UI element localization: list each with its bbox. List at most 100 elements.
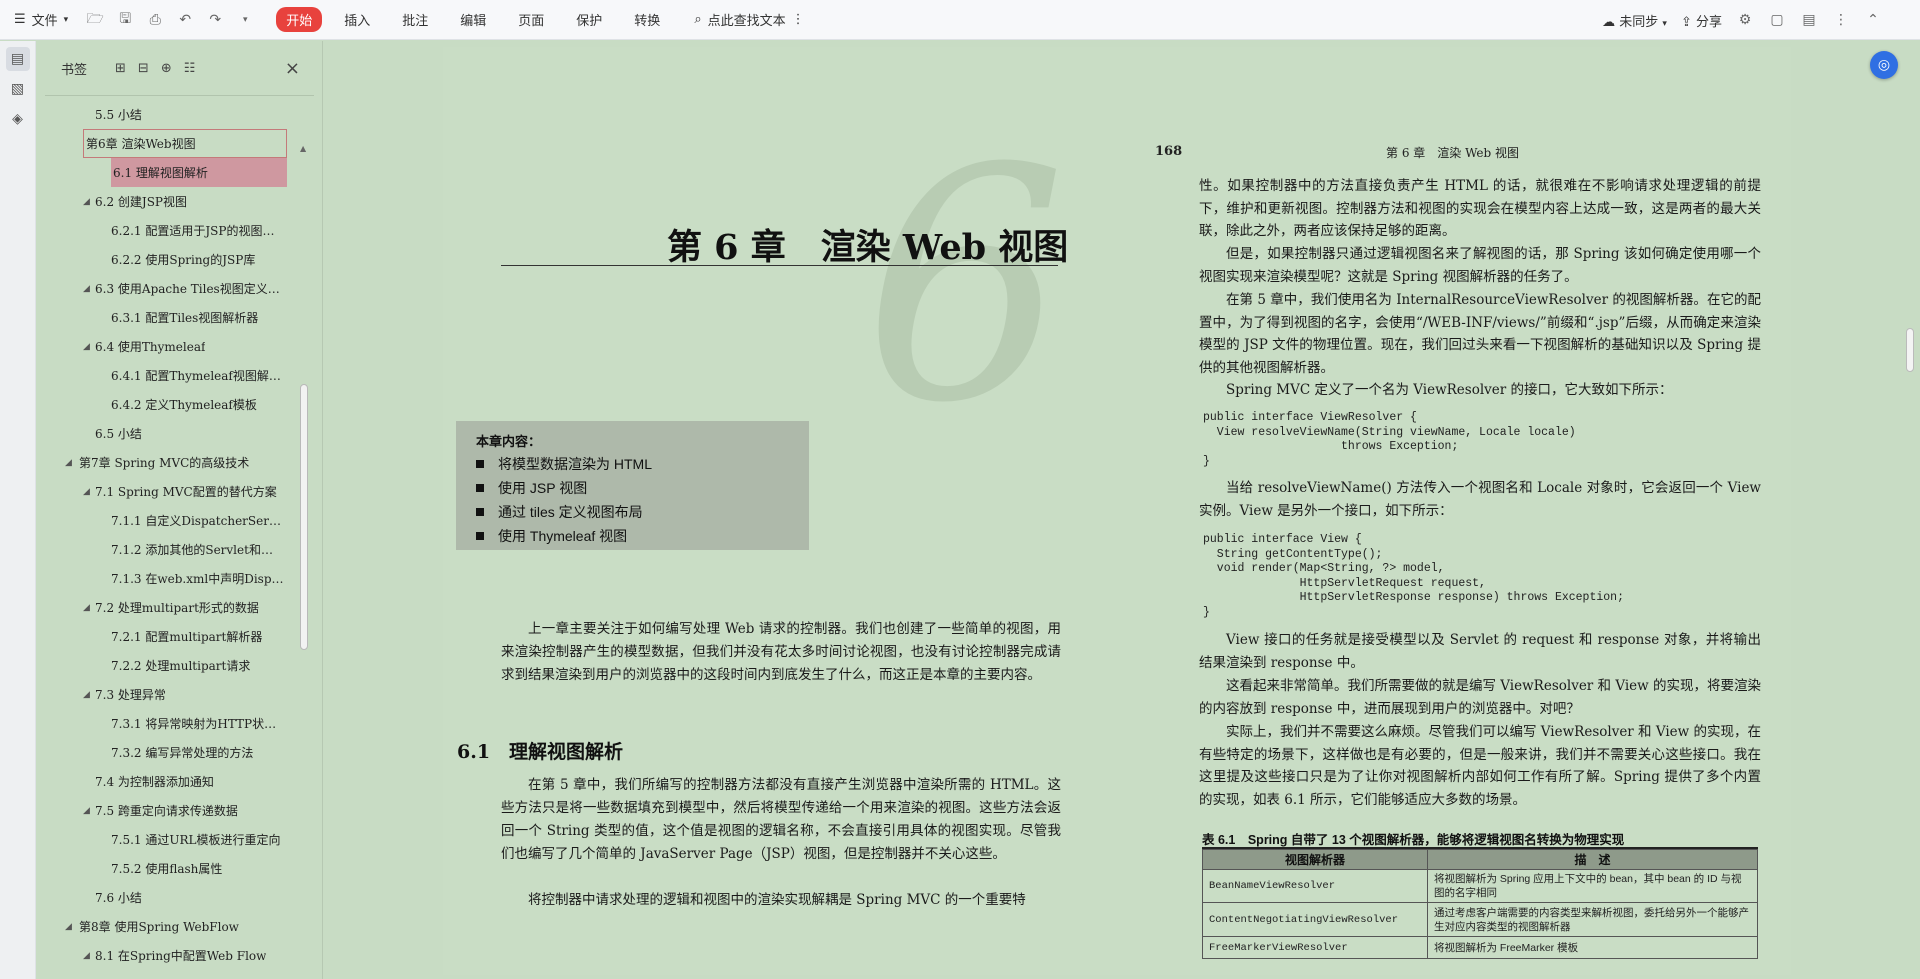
expand-arrow-icon[interactable]: ◢ bbox=[83, 951, 90, 961]
body-paragraph: 将控制器中请求处理的逻辑和视图中的渲染实现解耦是 Spring MVC 的一个重… bbox=[528, 892, 1026, 908]
bookmark-item[interactable]: ◢第6章 渲染Web视图 bbox=[83, 129, 287, 158]
bookmark-label: 7.2 处理multipart形式的数据 bbox=[95, 601, 259, 615]
bookmark-item[interactable]: 6.2.1 配置适用于JSP的视图… bbox=[37, 216, 297, 245]
open-folder-icon[interactable]: 🗁 bbox=[86, 11, 104, 29]
bookmark-item[interactable]: 6.3.1 配置Tiles视图解析器 bbox=[37, 303, 297, 332]
more-dropdown-icon[interactable]: ▾ bbox=[236, 11, 254, 29]
expand-all-icon[interactable]: ⊞ bbox=[115, 61, 126, 76]
body-paragraph: Spring MVC 定义了一个名为 ViewResolver 的接口，它大致如… bbox=[1226, 382, 1673, 398]
search-icon: ⌕ bbox=[694, 12, 702, 27]
table-row: BeanNameViewResolver 将视图解析为 Spring 应用上下文… bbox=[1202, 869, 1758, 903]
bookmark-panel-icon[interactable]: ▤ bbox=[5, 47, 30, 71]
bookmark-item[interactable]: 7.1.3 在web.xml中声明Disp… bbox=[37, 564, 297, 593]
bookmark-item[interactable]: ◢ 7.5 跨重定向请求传递数据 bbox=[37, 796, 297, 825]
window-icon[interactable]: ▢ bbox=[1768, 11, 1786, 29]
bookmark-item[interactable]: ◢ 第8章 使用Spring WebFlow bbox=[37, 912, 297, 941]
more-vertical-icon[interactable]: ⋮ bbox=[1832, 11, 1850, 29]
share-button[interactable]: ⇪ 分享 bbox=[1681, 11, 1722, 30]
bookmark-item[interactable]: 7.5.1 通过URL模板进行重定向 bbox=[37, 825, 297, 854]
collapse-up-icon[interactable]: ⌃ bbox=[1864, 11, 1882, 29]
tag-icon[interactable]: ◈ bbox=[6, 107, 30, 131]
start-tab[interactable]: 开始 bbox=[276, 7, 323, 32]
bookmark-scrollbar[interactable]: ▲ ▼ bbox=[299, 144, 309, 979]
bookmark-item[interactable]: 7.3.2 编写异常处理的方法 bbox=[37, 738, 297, 767]
bookmark-item[interactable]: ◢ 6.2 创建JSP视图 bbox=[37, 187, 297, 216]
contents-box-title: 本章内容： bbox=[476, 434, 542, 449]
expand-arrow-icon[interactable]: ◢ bbox=[83, 197, 90, 207]
bookmark-label: 6.3 使用Apache Tiles视图定义… bbox=[95, 282, 280, 296]
bookmark-item[interactable]: 7.3.1 将异常映射为HTTP状… bbox=[37, 709, 297, 738]
menu-protect[interactable]: 保护 bbox=[576, 10, 602, 29]
bookmark-item[interactable]: 7.4 为控制器添加通知 bbox=[37, 767, 297, 796]
bookmark-label: 6.1 理解视图解析 bbox=[113, 166, 208, 180]
expand-arrow-icon[interactable]: ◢ bbox=[83, 284, 90, 294]
file-menu-label: 文件 bbox=[31, 14, 58, 29]
menu-convert[interactable]: 转换 bbox=[634, 10, 660, 29]
bookmark-item[interactable]: ◢ 6.4 使用Thymeleaf bbox=[37, 332, 297, 361]
thumbnail-icon[interactable]: ▧ bbox=[6, 77, 30, 101]
document-scrollbar-thumb[interactable] bbox=[1906, 328, 1914, 372]
bookmark-label: 7.6 小结 bbox=[95, 891, 142, 905]
bookmark-item[interactable]: 6.2.2 使用Spring的JSP库 bbox=[37, 245, 297, 274]
bookmark-label: 7.3.2 编写异常处理的方法 bbox=[111, 746, 254, 760]
body-paragraph: 这看起来非常简单。我们所需要做的就是编写 ViewResolver 和 View… bbox=[1199, 678, 1762, 717]
bookmark-item[interactable]: 7.1.1 自定义DispatcherSer… bbox=[37, 506, 297, 535]
expand-arrow-icon[interactable]: ◢ bbox=[83, 806, 90, 816]
chapter-number-watermark: 6 bbox=[863, 101, 1067, 473]
bookmark-item[interactable]: ◢ 7.3 处理异常 bbox=[37, 680, 297, 709]
bookmark-label: 7.2.2 处理multipart请求 bbox=[111, 659, 251, 673]
redo-icon[interactable]: ↷ bbox=[206, 11, 224, 29]
book-page-spread: 6 第 6 章 渲染 Web 视图 本章内容： 将模型数据渲染为 HTML 使用… bbox=[443, 47, 1791, 975]
bookmark-label: 7.5.1 通过URL模板进行重定向 bbox=[111, 833, 281, 847]
save-icon[interactable]: 🖫 bbox=[116, 11, 134, 29]
find-text-button[interactable]: ⌕ 点此查找文本 ⋮ bbox=[694, 10, 804, 29]
bookmark-item[interactable]: ◢ 第7章 Spring MVC的高级技术 bbox=[37, 448, 297, 477]
bookmark-options-icon[interactable]: ☷ bbox=[184, 61, 196, 76]
bookmark-panel: 书签 ⊞ ⊟ ⊕ ☷ × 5.5 小结◢第6章 渲染Web视图6.1 理解视图解… bbox=[37, 41, 323, 979]
bookmark-item[interactable]: 6.4.2 定义Thymeleaf模板 bbox=[37, 390, 297, 419]
bookmark-item[interactable]: 7.5.2 使用flash属性 bbox=[37, 854, 297, 883]
expand-arrow-icon[interactable]: ◢ bbox=[83, 342, 90, 352]
bookmark-item[interactable]: ◢ 8.1 在Spring中配置Web Flow bbox=[37, 941, 297, 970]
bookmark-item[interactable]: 5.5 小结 bbox=[37, 100, 297, 129]
expand-arrow-icon[interactable]: ◢ bbox=[83, 690, 90, 700]
sync-status[interactable]: ☁ 未同步 ▾ bbox=[1602, 11, 1667, 30]
menu-page[interactable]: 页面 bbox=[518, 10, 544, 29]
close-icon[interactable]: × bbox=[285, 58, 300, 79]
bookmark-item[interactable]: 6.1 理解视图解析 bbox=[111, 158, 287, 187]
bookmark-item[interactable]: 7.6 小结 bbox=[37, 883, 297, 912]
print-icon[interactable]: ⎙ bbox=[146, 11, 164, 29]
bookmark-item[interactable]: 7.2.1 配置multipart解析器 bbox=[37, 622, 297, 651]
scrollbar-thumb[interactable] bbox=[300, 384, 308, 650]
bookmark-item[interactable]: 6.5 小结 bbox=[37, 419, 297, 448]
expand-arrow-icon[interactable]: ◢ bbox=[83, 487, 90, 497]
menu-insert[interactable]: 插入 bbox=[344, 10, 370, 29]
scroll-up-icon[interactable]: ▲ bbox=[300, 144, 306, 153]
bookmark-item[interactable]: ◢ 7.2 处理multipart形式的数据 bbox=[37, 593, 297, 622]
bookmark-item[interactable]: ◢ 7.1 Spring MVC配置的替代方案 bbox=[37, 477, 297, 506]
sync-label: 未同步 bbox=[1619, 14, 1659, 30]
left-icon-rail: ▤ ▧ ◈ bbox=[0, 41, 36, 979]
settings-icon[interactable]: ⚙ bbox=[1736, 11, 1754, 29]
undo-icon[interactable]: ↶ bbox=[176, 11, 194, 29]
cloud-icon: ☁ bbox=[1602, 14, 1616, 30]
bookmark-item[interactable]: ◢ 6.3 使用Apache Tiles视图定义… bbox=[37, 274, 297, 303]
bookmark-item[interactable]: 7.2.2 处理multipart请求 bbox=[37, 651, 297, 680]
collapse-all-icon[interactable]: ⊟ bbox=[138, 61, 149, 76]
comment-icon[interactable]: ▤ bbox=[1800, 11, 1818, 29]
bookmark-label: 7.2.1 配置multipart解析器 bbox=[111, 630, 263, 644]
body-paragraph: 在第 5 章中，我们所编写的控制器方法都没有直接产生浏览器中渲染所需的 HTML… bbox=[501, 777, 1061, 862]
bookmark-item[interactable]: 7.1.2 添加其他的Servlet和… bbox=[37, 535, 297, 564]
expand-arrow-icon[interactable]: ◢ bbox=[83, 603, 90, 613]
menu-comment[interactable]: 批注 bbox=[402, 10, 428, 29]
file-menu-button[interactable]: ☰ 文件 ▾ bbox=[0, 0, 78, 40]
table-header-cell: 视图解析器 bbox=[1202, 849, 1428, 870]
chapter-contents-box: 本章内容： 将模型数据渲染为 HTML 使用 JSP 视图 通过 tiles 定… bbox=[456, 421, 809, 550]
ai-assistant-button[interactable]: ◎ bbox=[1870, 51, 1898, 79]
bookmark-label: 6.2.2 使用Spring的JSP库 bbox=[111, 253, 256, 267]
expand-arrow-icon[interactable]: ◢ bbox=[65, 458, 72, 468]
expand-arrow-icon[interactable]: ◢ bbox=[65, 922, 72, 932]
menu-edit[interactable]: 编辑 bbox=[460, 10, 486, 29]
bookmark-item[interactable]: 6.4.1 配置Thymeleaf视图解… bbox=[37, 361, 297, 390]
add-bookmark-icon[interactable]: ⊕ bbox=[161, 61, 172, 76]
